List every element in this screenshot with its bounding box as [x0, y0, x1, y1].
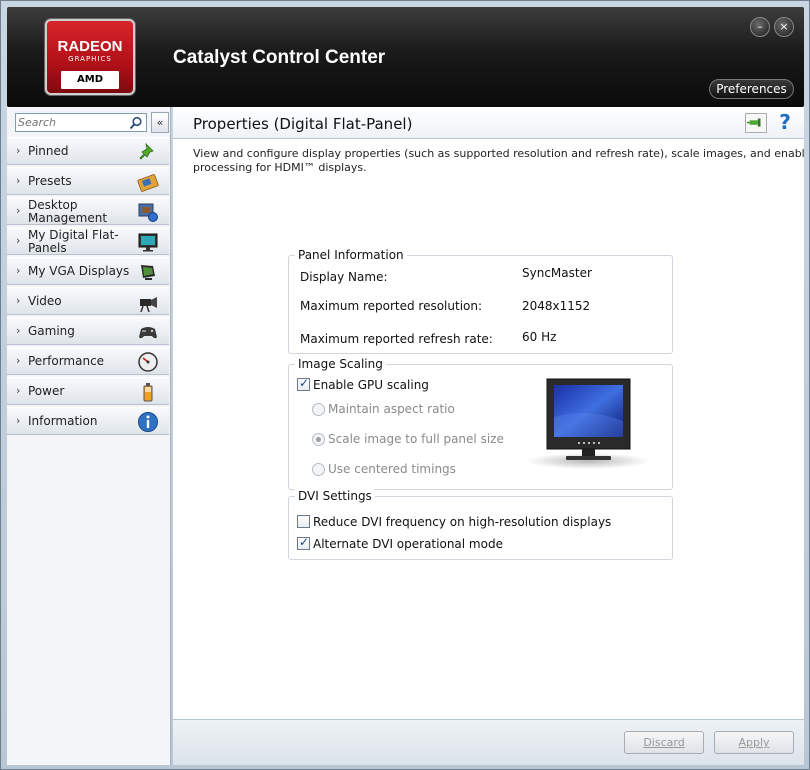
chevron-right-icon: ›: [16, 234, 21, 247]
sidebar-item-label: My VGA Displays: [28, 264, 130, 278]
chevron-right-icon: ›: [16, 324, 21, 337]
desktop-management-icon: [138, 203, 158, 222]
chevron-right-icon: ›: [16, 144, 21, 157]
pin-icon: [139, 142, 154, 160]
sidebar-item-performance[interactable]: › Performance: [7, 347, 169, 375]
vga-display-icon: [141, 265, 155, 280]
radeon-logo: RADEON GRAPHICS AMD: [45, 19, 135, 95]
group-title: DVI Settings: [295, 489, 375, 503]
sidebar-item-label: Video: [28, 294, 62, 308]
app-title: Catalyst Control Center: [173, 47, 386, 68]
maintain-aspect-ratio-label[interactable]: Maintain aspect ratio: [328, 402, 455, 416]
sidebar-item-label: Desktop Management: [28, 198, 108, 225]
help-button[interactable]: ?: [775, 110, 795, 134]
enable-gpu-scaling-label[interactable]: Enable GPU scaling: [313, 378, 429, 392]
video-camera-icon: [140, 297, 157, 313]
chevron-right-icon: ›: [16, 384, 21, 397]
sidebar-item-vga-displays[interactable]: › My VGA Displays: [7, 257, 169, 285]
preferences-button[interactable]: Preferences: [709, 79, 794, 99]
collapse-sidebar-button[interactable]: «: [151, 112, 169, 133]
chevron-right-icon: ›: [16, 204, 21, 217]
pin-icon: [747, 118, 761, 127]
sidebar-item-digital-flat-panels[interactable]: › My Digital Flat-Panels: [7, 227, 169, 255]
search-icon[interactable]: [129, 116, 143, 130]
sidebar-item-label: Information: [28, 414, 98, 428]
enable-gpu-scaling-checkbox[interactable]: [297, 376, 310, 391]
max-refresh-label: Maximum reported refresh rate:: [300, 332, 493, 346]
sidebar-item-information[interactable]: › Information: [7, 407, 169, 435]
sidebar-item-label: Pinned: [28, 144, 69, 158]
use-centered-timings-label[interactable]: Use centered timings: [328, 462, 456, 476]
sidebar-item-pinned[interactable]: › Pinned: [7, 137, 169, 165]
footer-bar: Discard Apply: [173, 719, 804, 765]
search-box[interactable]: [15, 113, 147, 132]
logo-line3: AMD: [61, 71, 119, 89]
sidebar-item-power[interactable]: › Power: [7, 377, 169, 405]
chevron-right-icon: ›: [16, 174, 21, 187]
scale-full-panel-label[interactable]: Scale image to full panel size: [328, 432, 504, 446]
sidebar-item-gaming[interactable]: › Gaming: [7, 317, 169, 345]
main-header: Properties (Digital Flat-Panel) ?: [173, 107, 804, 139]
display-name-label: Display Name:: [300, 270, 388, 284]
page-description: View and configure display properties (s…: [193, 147, 804, 175]
app-header: RADEON GRAPHICS AMD Catalyst Control Cen…: [7, 7, 804, 107]
apply-button[interactable]: Apply: [714, 731, 794, 754]
chevron-right-icon: ›: [16, 294, 21, 307]
maintain-aspect-ratio-radio[interactable]: [312, 403, 325, 416]
sidebar-item-label: My Digital Flat-Panels: [28, 228, 119, 255]
page-title: Properties (Digital Flat-Panel): [193, 115, 413, 133]
app-window: RADEON GRAPHICS AMD Catalyst Control Cen…: [0, 0, 810, 770]
max-resolution-value: 2048x1152: [522, 299, 591, 313]
close-button[interactable]: ×: [774, 17, 794, 37]
sidebar-item-label: Performance: [28, 354, 105, 368]
scale-full-panel-radio[interactable]: [312, 433, 325, 446]
reduce-dvi-frequency-checkbox[interactable]: [297, 515, 310, 528]
sidebar-item-presets[interactable]: › Presets: [7, 167, 169, 195]
sidebar-item-label: Presets: [28, 174, 72, 188]
image-scaling-group: Image Scaling Enable GPU scaling Maintai…: [288, 357, 673, 490]
dvi-settings-group: DVI Settings Reduce DVI frequency on hig…: [288, 489, 673, 560]
group-title: Image Scaling: [295, 357, 386, 371]
reduce-dvi-frequency-label[interactable]: Reduce DVI frequency on high-resolution …: [313, 515, 611, 529]
pin-page-button[interactable]: [745, 113, 767, 133]
sidebar-item-video[interactable]: › Video: [7, 287, 169, 315]
logo-line1: RADEON: [57, 38, 123, 55]
gamepad-icon: [139, 327, 157, 339]
info-icon: [138, 412, 158, 432]
gauge-icon: [138, 352, 158, 372]
battery-icon: [143, 383, 153, 402]
search-input[interactable]: [18, 115, 126, 130]
flat-panel-monitor-image: [526, 378, 650, 469]
sidebar-item-label: Power: [28, 384, 65, 398]
logo-line2: GRAPHICS: [68, 55, 112, 63]
minimize-button[interactable]: –: [750, 17, 770, 37]
presets-icon: [137, 174, 159, 192]
use-centered-timings-radio[interactable]: [312, 463, 325, 476]
sidebar: « › Pinned › Presets › Desktop Managemen…: [7, 107, 171, 765]
chevron-right-icon: ›: [16, 264, 21, 277]
group-title: Panel Information: [295, 248, 407, 262]
flat-panel-icon: [138, 233, 158, 252]
chevron-right-icon: ›: [16, 354, 21, 367]
sidebar-item-label: Gaming: [28, 324, 75, 338]
description-line: processing for HDMI™ displays.: [193, 161, 367, 174]
main-pane: Properties (Digital Flat-Panel) ? View a…: [173, 107, 804, 765]
display-name-value: SyncMaster: [522, 266, 592, 280]
description-line: View and configure display properties (s…: [193, 147, 804, 160]
discard-button[interactable]: Discard: [624, 731, 704, 754]
alternate-dvi-mode-label[interactable]: Alternate DVI operational mode: [313, 537, 503, 551]
sidebar-item-desktop-management[interactable]: › Desktop Management: [7, 197, 169, 225]
chevron-right-icon: ›: [16, 414, 21, 427]
max-resolution-label: Maximum reported resolution:: [300, 299, 483, 313]
alternate-dvi-mode-checkbox[interactable]: [297, 535, 310, 550]
panel-information-group: Panel Information Display Name: SyncMast…: [288, 248, 673, 354]
max-refresh-value: 60 Hz: [522, 330, 557, 344]
